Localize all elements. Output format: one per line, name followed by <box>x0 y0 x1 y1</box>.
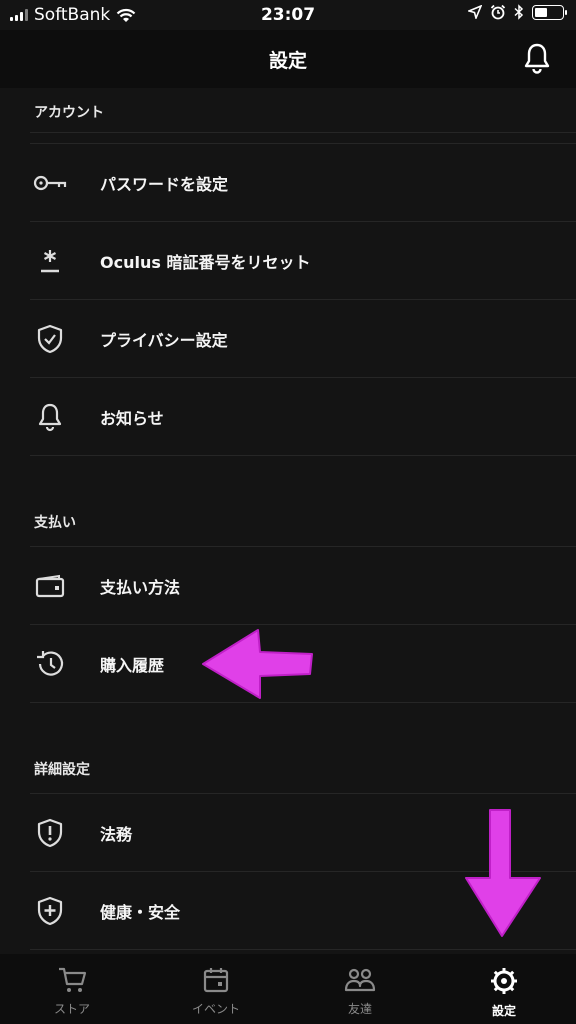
wallet-icon <box>30 566 70 606</box>
history-icon <box>30 644 70 684</box>
cart-icon <box>59 967 87 992</box>
bell-icon <box>30 397 70 437</box>
health-safety-item[interactable]: 健康・安全 <box>30 872 576 950</box>
calendar-icon <box>203 968 229 993</box>
asterisk-icon <box>30 241 70 281</box>
tab-events[interactable]: イベント <box>144 954 288 1024</box>
section-header-advanced: 詳細設定 <box>0 703 576 793</box>
purchase-history-item[interactable]: 購入履歴 <box>30 625 576 703</box>
key-icon <box>30 163 70 203</box>
payment-method-item[interactable]: 支払い方法 <box>30 547 576 625</box>
legal-item[interactable]: 法務 <box>30 794 576 872</box>
tab-label: イベント <box>191 1002 240 1016</box>
tab-store[interactable]: ストア <box>0 954 144 1024</box>
bell-icon[interactable] <box>522 42 552 74</box>
item-label: パスワードを設定 <box>100 174 229 194</box>
battery-icon <box>532 4 567 20</box>
set-password-item[interactable]: パスワードを設定 <box>30 144 576 222</box>
item-label: お知らせ <box>100 408 164 428</box>
section-title: アカウント <box>34 105 104 121</box>
alarm-icon <box>490 4 506 20</box>
tab-settings[interactable]: 設定 <box>432 954 576 1024</box>
item-label: 健康・安全 <box>100 902 181 922</box>
settings-list: アカウント パスワードを設定 Oculus 暗証番号をリセット プライバシー設定… <box>0 88 576 954</box>
notifications-item[interactable]: お知らせ <box>30 378 576 456</box>
gear-icon <box>491 968 517 994</box>
privacy-settings-item[interactable]: プライバシー設定 <box>30 300 576 378</box>
tab-label: ストア <box>53 1002 90 1016</box>
tab-bar: ストア イベント 友達 設定 <box>0 954 576 1024</box>
shield-plus-icon <box>30 891 70 931</box>
location-icon <box>468 5 482 19</box>
bluetooth-icon <box>514 4 524 20</box>
reset-pin-item[interactable]: Oculus 暗証番号をリセット <box>30 222 576 300</box>
item-label: Oculus 暗証番号をリセット <box>100 252 311 272</box>
section-title: 支払い <box>34 515 76 531</box>
tab-label: 友達 <box>347 1002 372 1016</box>
status-bar: SoftBank 23:07 <box>0 0 576 30</box>
section-title: 詳細設定 <box>34 762 90 778</box>
item-label: 支払い方法 <box>100 577 181 597</box>
nav-bar: 設定 <box>0 30 576 88</box>
shield-alert-icon <box>30 813 70 853</box>
shield-check-icon <box>30 319 70 359</box>
friends-icon <box>344 968 376 992</box>
status-right <box>468 4 567 20</box>
tab-label: 設定 <box>491 1004 516 1018</box>
item-label: プライバシー設定 <box>100 330 228 350</box>
tab-friends[interactable]: 友達 <box>288 954 432 1024</box>
item-label: 法務 <box>100 824 133 844</box>
section-header-account: アカウント <box>0 88 576 122</box>
page-title: 設定 <box>268 50 307 72</box>
section-header-payment: 支払い <box>0 456 576 546</box>
item-label: 購入履歴 <box>100 655 165 675</box>
